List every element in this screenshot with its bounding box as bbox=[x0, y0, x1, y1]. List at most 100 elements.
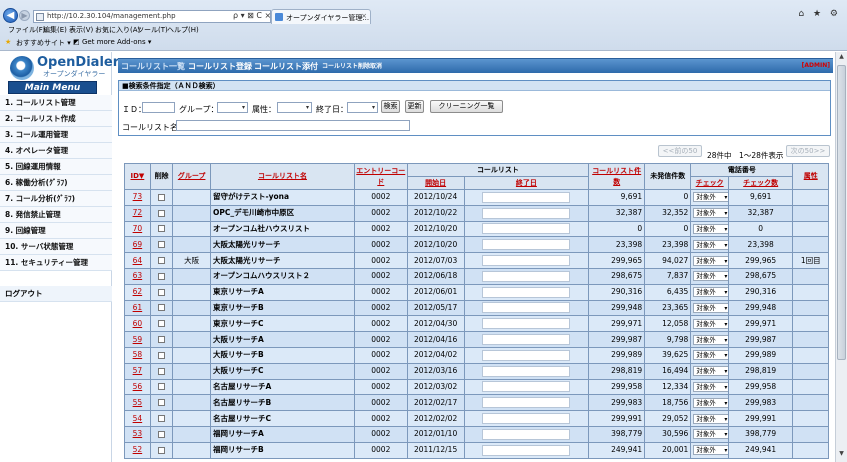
row-id-link[interactable]: 64 bbox=[133, 256, 143, 265]
search-button[interactable]: 検索 bbox=[381, 100, 400, 113]
row-id-link[interactable]: 62 bbox=[133, 287, 143, 296]
sidebar-item-operator[interactable]: 4. オペレータ管理 bbox=[0, 143, 112, 159]
prev-page-button[interactable]: <<前の50 bbox=[658, 145, 702, 157]
delete-checkbox[interactable] bbox=[158, 446, 166, 454]
cell-id[interactable]: 73 bbox=[124, 189, 151, 206]
row-id-link[interactable]: 72 bbox=[133, 208, 143, 217]
delete-checkbox[interactable] bbox=[158, 209, 166, 217]
cell-delete[interactable] bbox=[149, 204, 174, 222]
sidebar-item-activity-analysis[interactable]: 6. 稼働分析(ｸﾞﾗﾌ) bbox=[0, 175, 112, 191]
end-date-select[interactable]: ▾ bbox=[347, 102, 378, 113]
end-date-field[interactable] bbox=[482, 270, 571, 282]
col-header-end-date[interactable]: 終了日 bbox=[463, 176, 590, 190]
cell-id[interactable]: 57 bbox=[124, 362, 151, 380]
cell-end-date[interactable] bbox=[463, 441, 590, 459]
col-header-entry-code[interactable]: エントリーコード bbox=[353, 163, 408, 190]
check-select[interactable]: 対象外 bbox=[693, 350, 728, 361]
end-date-field[interactable] bbox=[482, 365, 571, 377]
logout-link[interactable]: ログアウト bbox=[0, 286, 112, 302]
browser-tab[interactable]: オープンダイヤラー管理... × bbox=[271, 9, 371, 24]
end-date-field[interactable] bbox=[482, 334, 571, 346]
cell-delete[interactable] bbox=[149, 425, 174, 443]
end-date-field[interactable] bbox=[482, 255, 571, 267]
check-select[interactable]: 対象外 bbox=[693, 255, 728, 266]
cell-end-date[interactable] bbox=[463, 204, 590, 222]
sort-check-link[interactable]: チェック bbox=[696, 179, 724, 187]
delete-checkbox[interactable] bbox=[158, 288, 166, 296]
scroll-down-icon[interactable]: ▼ bbox=[837, 450, 846, 460]
col-header-group[interactable]: グループ bbox=[172, 163, 211, 190]
cell-end-date[interactable] bbox=[463, 236, 590, 254]
call-list-name-input[interactable] bbox=[176, 120, 410, 131]
cell-end-date[interactable] bbox=[463, 189, 590, 206]
end-date-field[interactable] bbox=[482, 413, 571, 425]
check-select[interactable]: 対象外 bbox=[693, 192, 728, 203]
refresh-button[interactable]: 更新 bbox=[405, 100, 424, 113]
favorites-suggested-sites[interactable]: おすすめサイト ▾ bbox=[16, 38, 71, 48]
tab-call-list[interactable]: コールリスト一覧 bbox=[121, 59, 185, 74]
sidebar-item-call-list-create[interactable]: 2. コールリスト作成 bbox=[0, 111, 112, 127]
attribute-select[interactable]: ▾ bbox=[277, 102, 312, 113]
tab-call-list-restore[interactable]: コールリスト削除取消 bbox=[322, 59, 382, 74]
cell-check[interactable]: 対象外 bbox=[690, 394, 729, 412]
next-page-button[interactable]: 次の50>> bbox=[786, 145, 830, 157]
check-select[interactable]: 対象外 bbox=[693, 366, 728, 377]
tab-call-list-register[interactable]: コールリスト登録 bbox=[188, 59, 252, 74]
row-id-link[interactable]: 61 bbox=[133, 303, 143, 312]
menu-file[interactable]: ファイル(F) bbox=[8, 25, 46, 35]
cell-delete[interactable] bbox=[149, 283, 174, 301]
check-select[interactable]: 対象外 bbox=[693, 271, 728, 282]
sort-count-link[interactable]: コールリスト件数 bbox=[592, 167, 641, 186]
col-header-id[interactable]: ID▼ bbox=[124, 163, 151, 190]
check-select[interactable]: 対象外 bbox=[693, 381, 728, 392]
cell-delete[interactable] bbox=[149, 346, 174, 364]
end-date-field[interactable] bbox=[482, 349, 571, 361]
sidebar-item-call-list-management[interactable]: 1. コールリスト管理 bbox=[0, 95, 112, 111]
sidebar-item-server-status[interactable]: 10. サーバ状態管理 bbox=[0, 239, 112, 255]
cell-delete[interactable] bbox=[149, 441, 174, 459]
col-header-name[interactable]: コールリスト名 bbox=[209, 163, 355, 190]
check-select[interactable]: 対象外 bbox=[693, 429, 728, 440]
delete-checkbox[interactable] bbox=[158, 415, 166, 423]
row-id-link[interactable]: 55 bbox=[133, 398, 143, 407]
cell-check[interactable]: 対象外 bbox=[690, 378, 729, 396]
row-id-link[interactable]: 70 bbox=[133, 224, 143, 233]
favorites-star-icon[interactable]: ★ bbox=[5, 38, 11, 46]
row-id-link[interactable]: 54 bbox=[133, 414, 143, 423]
cell-check[interactable]: 対象外 bbox=[690, 331, 729, 348]
cell-end-date[interactable] bbox=[463, 425, 590, 443]
sidebar-item-line-info[interactable]: 5. 回線運用情報 bbox=[0, 159, 112, 175]
sort-group-link[interactable]: グループ bbox=[178, 172, 206, 180]
sidebar-item-call-analysis[interactable]: 7. コール分析(ｸﾞﾗﾌ) bbox=[0, 191, 112, 207]
col-header-check-count[interactable]: チェック数 bbox=[727, 176, 794, 190]
cell-end-date[interactable] bbox=[463, 267, 590, 285]
delete-checkbox[interactable] bbox=[158, 367, 166, 375]
check-select[interactable]: 対象外 bbox=[693, 223, 728, 234]
sidebar-item-security[interactable]: 11. セキュリティー管理 bbox=[0, 255, 112, 271]
cell-end-date[interactable] bbox=[463, 220, 590, 238]
cell-check[interactable]: 対象外 bbox=[690, 299, 729, 317]
sort-entry-link[interactable]: エントリーコード bbox=[356, 167, 405, 186]
col-header-count[interactable]: コールリスト件数 bbox=[588, 163, 646, 190]
cell-end-date[interactable] bbox=[463, 378, 590, 396]
cell-id[interactable]: 62 bbox=[124, 283, 151, 301]
menu-view[interactable]: 表示(V) bbox=[69, 25, 93, 35]
menu-help[interactable]: ヘルプ(H) bbox=[167, 25, 199, 35]
cell-id[interactable]: 70 bbox=[124, 220, 151, 238]
back-icon[interactable]: ◀ bbox=[3, 8, 18, 23]
check-select[interactable]: 対象外 bbox=[693, 287, 728, 298]
row-id-link[interactable]: 52 bbox=[133, 445, 143, 454]
end-date-field[interactable] bbox=[482, 428, 571, 440]
row-id-link[interactable]: 73 bbox=[133, 192, 143, 201]
favorites-get-addons[interactable]: Get more Add-ons ▾ bbox=[82, 38, 151, 46]
check-select[interactable]: 対象外 bbox=[693, 318, 728, 329]
row-id-link[interactable]: 59 bbox=[133, 335, 143, 344]
cell-delete[interactable] bbox=[149, 394, 174, 412]
sort-id-link[interactable]: ID▼ bbox=[130, 172, 144, 180]
end-date-field[interactable] bbox=[482, 223, 571, 235]
cell-end-date[interactable] bbox=[463, 410, 590, 427]
forward-icon[interactable]: ▶ bbox=[19, 10, 30, 21]
cell-delete[interactable] bbox=[149, 331, 174, 348]
cell-check[interactable]: 対象外 bbox=[690, 362, 729, 380]
delete-checkbox[interactable] bbox=[158, 225, 166, 233]
